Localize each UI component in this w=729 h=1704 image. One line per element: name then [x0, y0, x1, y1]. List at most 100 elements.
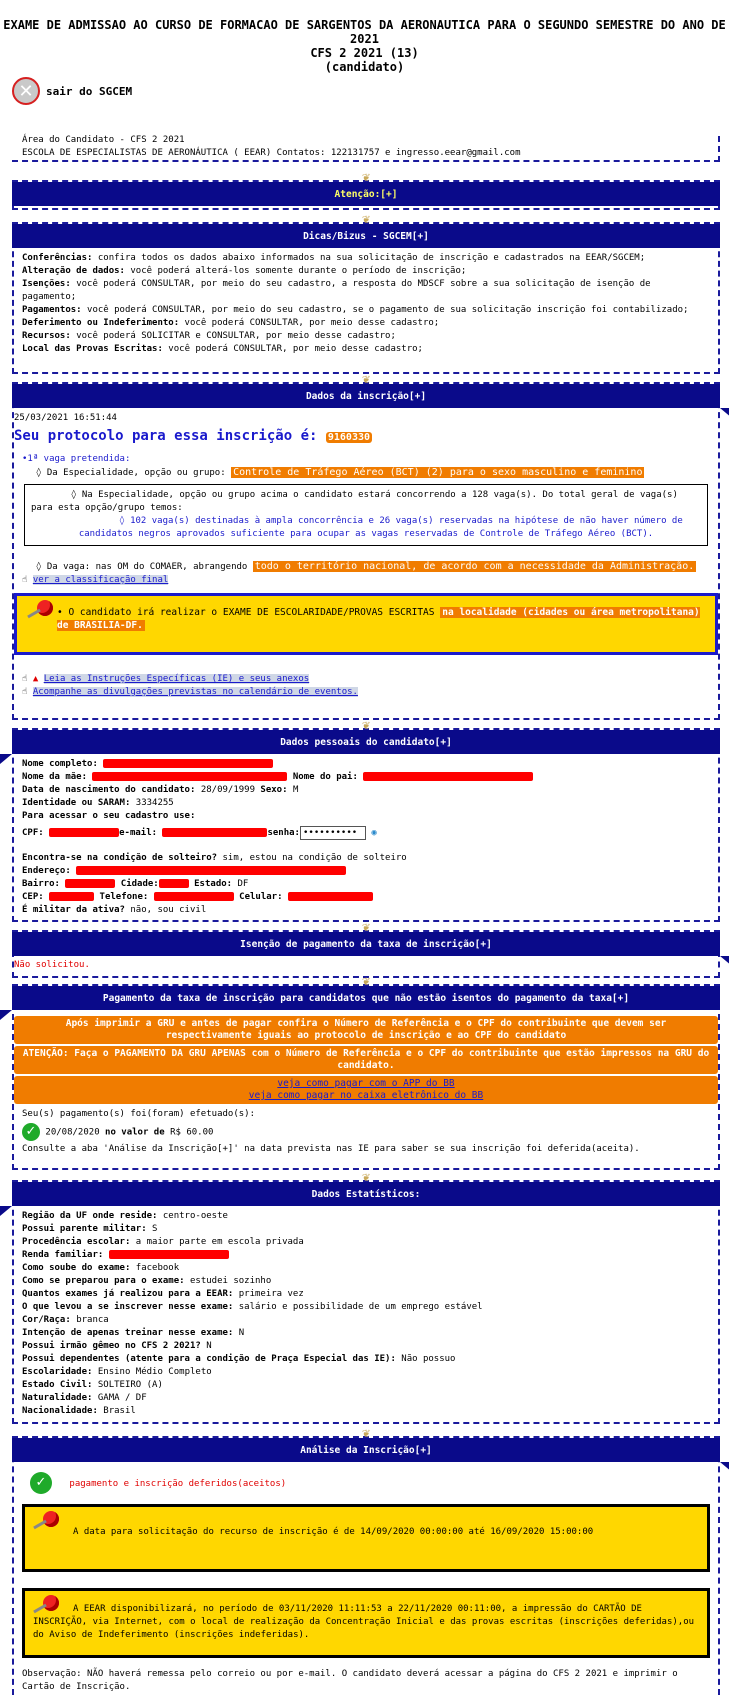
stat-row: Escolaridade: Ensino Médio Completo: [22, 1366, 710, 1379]
pessoais-bar[interactable]: ❦ Dados pessoais do candidato[+]: [0, 719, 720, 764]
bar-ornament-icon: ❦: [362, 974, 370, 989]
estatisticos-bar[interactable]: ❦ Dados Estatísticos:: [0, 1171, 720, 1216]
protocol-number: 9160330: [325, 432, 373, 443]
gru-banner-1: Após imprimir a GRU e antes de pagar con…: [14, 1016, 718, 1044]
close-circle-icon[interactable]: ✕: [12, 77, 40, 105]
analise-title[interactable]: Análise da Inscrição[+]: [300, 1445, 432, 1456]
email-label: e-mail:: [119, 828, 158, 838]
classificacao-link[interactable]: ver a classificação final: [32, 575, 169, 585]
vagas-total: ◊ Na Especialidade, opção ou grupo acima…: [31, 490, 678, 513]
dica-label: Isenções:: [22, 279, 71, 289]
atencao-title[interactable]: Atenção:[+]: [335, 189, 398, 200]
dica-label: Local das Provas Escritas:: [22, 344, 163, 354]
ie-link[interactable]: Leia as Instruções Específicas (IE) e se…: [43, 674, 310, 684]
cartao-panel: A EEAR disponibilizará, no período de 03…: [22, 1588, 710, 1658]
bar-ornament-icon: ❦: [362, 212, 370, 227]
dica-text: você poderá CONSULTAR, por meio do seu c…: [81, 305, 689, 315]
estatisticos-title[interactable]: Dados Estatísticos:: [312, 1189, 421, 1200]
eye-icon[interactable]: ◉: [371, 828, 376, 838]
dicas-bar[interactable]: ❦ Dicas/Bizus - SGCEM[+]: [12, 213, 720, 248]
redacted-value: [108, 1250, 229, 1259]
pagamento-title[interactable]: Pagamento da taxa de inscrição para cand…: [103, 993, 629, 1004]
exam-local-panel: • O candidato irá realizar o EXAME DE ES…: [14, 593, 718, 655]
dica-text: você poderá CONSULTAR, por meio desse ca…: [179, 318, 440, 328]
payment-value: R$ 60.00: [170, 1127, 214, 1138]
bar-flap: [720, 1462, 729, 1472]
dicas-title[interactable]: Dicas/Bizus - SGCEM[+]: [303, 231, 429, 242]
redacted-value: [287, 892, 373, 901]
bb-caixa-link[interactable]: veja como pagar no caixa eletrônico do B…: [249, 1090, 484, 1101]
bar-flap: [720, 408, 729, 418]
redacted-value: [76, 866, 347, 875]
password-field[interactable]: [299, 826, 366, 840]
stat-label: Nacionalidade:: [22, 1406, 98, 1416]
stat-value: N: [200, 1341, 212, 1351]
stat-row: Como se preparou para o exame: estudei s…: [22, 1275, 710, 1288]
pagamento-bar[interactable]: ❦ Pagamento da taxa de inscrição para ca…: [0, 975, 720, 1020]
cpf-label: CPF:: [22, 828, 44, 838]
estado-value: DF: [237, 879, 249, 889]
calendario-row[interactable]: ☝ Acompanhe as divulgações previstas no …: [14, 686, 718, 699]
ie-row[interactable]: ☝ ▲ Leia as Instruções Específicas (IE) …: [14, 673, 718, 686]
dica-item: Local das Provas Escritas: você poderá C…: [22, 343, 710, 356]
vagas-detail: ◊ 102 vaga(s) destinadas à ampla concorr…: [78, 516, 683, 539]
vagas-box: ◊ Na Especialidade, opção ou grupo acima…: [24, 484, 708, 546]
protocol-label: Seu protocolo para essa inscrição é:: [14, 428, 318, 444]
stat-label: Região da UF onde reside:: [22, 1211, 158, 1221]
stat-value: N: [233, 1328, 245, 1338]
recurso-text: A data para solicitação do recurso de in…: [73, 1527, 594, 1537]
isencao-section: ❦ Isenção de pagamento da taxa de inscri…: [12, 921, 729, 978]
bar-ornament-icon: ❦: [362, 1426, 370, 1441]
redacted-value: [92, 772, 288, 781]
acesso-label: Para acessar o seu cadastro use:: [22, 811, 196, 821]
stat-value: branca: [70, 1315, 109, 1325]
dica-item: Alteração de dados: você poderá alterá-l…: [22, 265, 710, 278]
bb-app-link[interactable]: veja como pagar com o APP do BB: [277, 1078, 454, 1089]
calendario-link[interactable]: Acompanhe as divulgações previstas no ca…: [32, 687, 358, 697]
atencao-bar[interactable]: ❦ Atenção:[+]: [12, 171, 720, 206]
bar-flap: [0, 754, 12, 764]
pessoais-title[interactable]: Dados pessoais do candidato[+]: [280, 737, 452, 748]
stat-value: S: [146, 1224, 158, 1234]
especialidade-line: ◊ Da Especialidade, opção ou grupo: Cont…: [22, 466, 718, 480]
dica-item: Recursos: você poderá SOLICITAR e CONSUL…: [22, 330, 710, 343]
classificacao-row[interactable]: ☝ ver a classificação final: [14, 574, 718, 587]
stats-list: Região da UF onde reside: centro-oeste Po…: [14, 1206, 718, 1422]
cep-label: CEP:: [22, 892, 44, 902]
stat-value: Não possuo: [395, 1354, 456, 1364]
especialidade-label: ◊ Da Especialidade, opção ou grupo:: [36, 468, 226, 478]
pessoais-section: ❦ Dados pessoais do candidato[+] Nome co…: [0, 719, 720, 922]
bar-ornament-icon: ❦: [362, 920, 370, 935]
stat-row: Como soube do exame: facebook: [22, 1262, 710, 1275]
analise-section: ❦ Análise da Inscrição[+] ✓ pagamento e …: [12, 1427, 729, 1695]
check-circle-icon: ✓: [22, 1123, 40, 1141]
inscricao-timestamp: 25/03/2021 16:51:44: [14, 413, 117, 423]
exit-label[interactable]: sair do SGCEM: [46, 85, 132, 98]
redacted-value: [153, 892, 234, 901]
dica-label: Conferências:: [22, 253, 93, 263]
pushpin-icon: [43, 1595, 59, 1611]
analise-bar[interactable]: ❦ Análise da Inscrição[+]: [12, 1427, 729, 1472]
stat-row: Cor/Raça: branca: [22, 1314, 710, 1327]
bar-flap: [0, 1206, 12, 1216]
inscricao-section: ❦ Dados da inscrição[+] 25/03/2021 16:51…: [12, 373, 729, 720]
isencao-title[interactable]: Isenção de pagamento da taxa de inscriçã…: [240, 939, 492, 950]
inscricao-title[interactable]: Dados da inscrição[+]: [306, 391, 426, 402]
sexo-value: M: [292, 785, 299, 795]
ident-value: 3334255: [135, 798, 174, 808]
exit-link[interactable]: ✕ sair do SGCEM: [12, 76, 132, 106]
inscricao-bar[interactable]: ❦ Dados da inscrição[+]: [12, 373, 729, 418]
check-circle-icon: ✓: [30, 1472, 52, 1494]
pushpin-icon: [43, 1511, 59, 1527]
stat-row: Renda familiar:: [22, 1249, 710, 1262]
stat-value: centro-oeste: [157, 1211, 228, 1221]
dicas-section: ❦ Dicas/Bizus - SGCEM[+] Conferências: c…: [12, 213, 720, 374]
isencao-bar[interactable]: ❦ Isenção de pagamento da taxa de inscri…: [12, 921, 729, 966]
dica-label: Recursos:: [22, 331, 71, 341]
telefone-label: Telefone:: [99, 892, 149, 902]
payment-date: 20/08/2020: [45, 1127, 100, 1138]
atencao-section: ❦ Atenção:[+]: [12, 171, 720, 210]
dica-text: você poderá alterá-los somente durante o…: [124, 266, 467, 276]
stat-label: Cor/Raça:: [22, 1315, 71, 1325]
dicas-list: Conferências: confira todos os dados aba…: [14, 248, 718, 360]
